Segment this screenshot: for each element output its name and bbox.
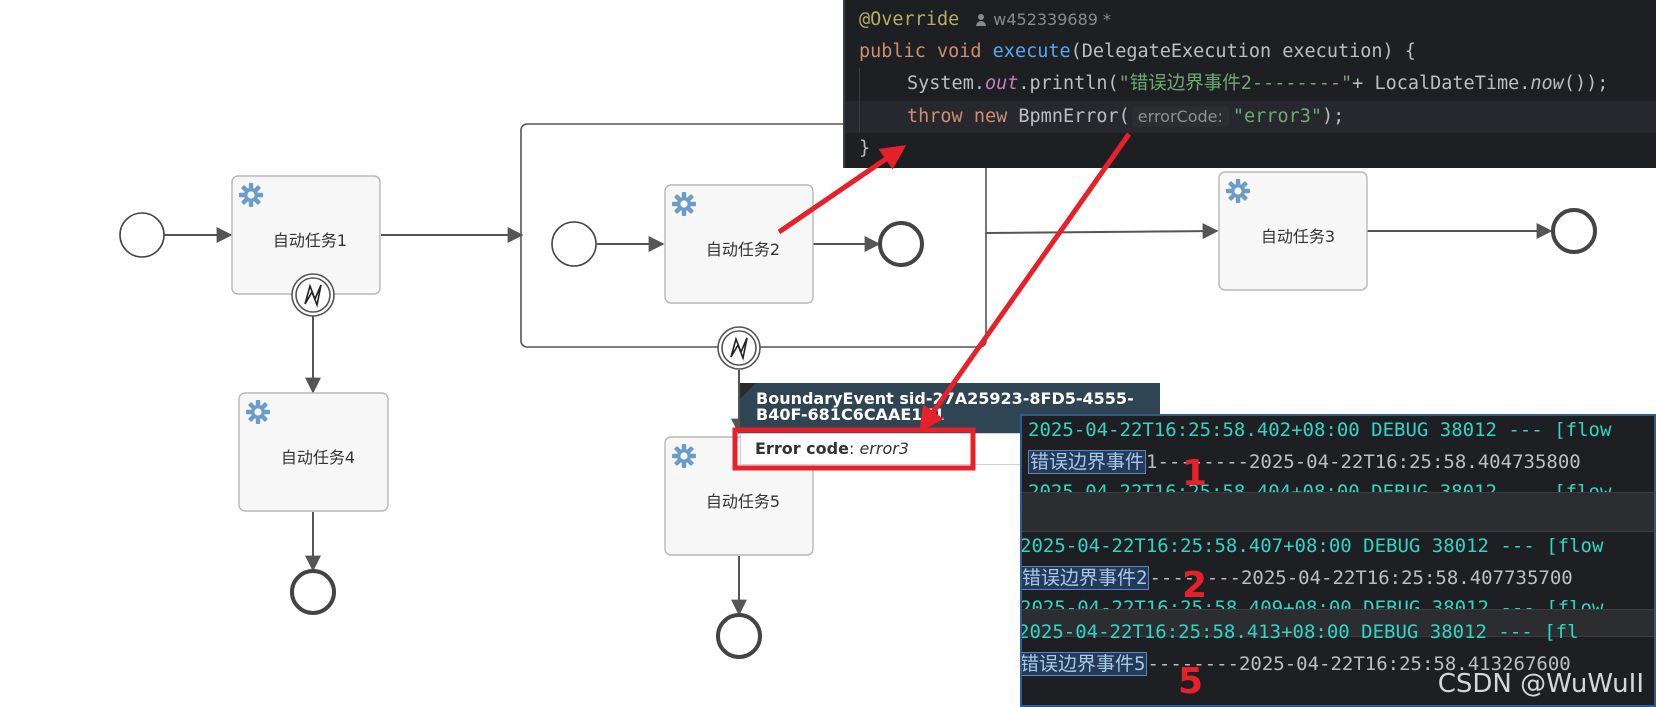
code-line-close: } (859, 133, 870, 165)
task-label: 自动任务3 (1261, 227, 1335, 246)
end-event-task3[interactable] (1551, 208, 1597, 254)
code-tail-1: ()); (1563, 73, 1609, 94)
log-line-3: 2025-04-22T16:25:58.407+08:00 DEBUG 3801… (1020, 535, 1604, 557)
code-line-signature: public void execute(DelegateExecution ex… (859, 36, 1416, 68)
method-name: execute (992, 41, 1071, 62)
start-event[interactable] (119, 212, 165, 258)
code-out: out (984, 73, 1019, 94)
gear-icon (672, 444, 696, 468)
task-label: 自动任务4 (281, 448, 355, 467)
close-brace: } (859, 138, 871, 159)
keyword-public: public (859, 41, 926, 62)
end-event-task4[interactable] (290, 569, 336, 615)
keyword-new: new (973, 106, 1008, 127)
event-name-highlight: 错误边界事件 (1028, 450, 1147, 474)
gear-icon (1226, 179, 1250, 203)
author-hint: w452339689 * (975, 10, 1111, 29)
code-println: .println( (1018, 73, 1119, 94)
error-bolt-icon[interactable] (291, 273, 335, 317)
error-bolt-icon[interactable] (717, 326, 761, 370)
error-code-value: error3 (859, 439, 909, 458)
watermark: CSDN @WuWuII (1437, 669, 1644, 699)
keyword-void: void (936, 41, 982, 62)
user-icon (975, 14, 987, 26)
flow-subprocess-to-task3 (985, 223, 1219, 240)
code-string-2: "error3" (1232, 106, 1322, 127)
task-label: 自动任务1 (273, 231, 347, 250)
sub-start-event[interactable] (551, 221, 597, 267)
gear-icon (246, 400, 270, 424)
code-error-class: BpmnError( (1018, 106, 1130, 127)
code-now: now (1530, 73, 1564, 94)
log-line-1: 2025-04-22T16:25:58.402+08:00 DEBUG 3801… (1028, 419, 1612, 441)
output-rest-2: --------2025-04-22T16:25:58.407735700 (1149, 567, 1573, 589)
code-concat: + LocalDateTime. (1352, 73, 1531, 94)
code-line-throw: throw new BpmnError(errorCode: "error3"); (907, 101, 1344, 133)
annotation-number-5: 5 (1178, 661, 1204, 702)
output-rest-1: 1--------2025-04-22T16:25:58.404735800 (1146, 451, 1581, 473)
gear-icon (672, 192, 696, 216)
task-label: 自动任务2 (706, 240, 780, 259)
console-separator (1022, 492, 1654, 532)
param-hint: errorCode: (1131, 106, 1229, 127)
code-system: System. (907, 73, 985, 94)
task-3[interactable]: 自动任务3 (1218, 171, 1368, 291)
code-editor-panel: @Override w452339689 * public void execut… (843, 0, 1656, 168)
task-label: 自动任务5 (706, 492, 780, 511)
task-2[interactable]: 自动任务2 (664, 184, 814, 304)
task-4[interactable]: 自动任务4 (238, 392, 389, 512)
code-string-1: "错误边界事件2--------" (1118, 73, 1353, 94)
code-line-annotation: @Override w452339689 * (859, 4, 1111, 36)
error-code-sep: : (848, 439, 860, 458)
indent-guide (859, 68, 860, 132)
gear-icon (239, 183, 263, 207)
annotation-number-2: 2 (1182, 565, 1208, 606)
code-tail-2: ); (1322, 106, 1345, 127)
output-line-1: 错误边界事件 1--------2025-04-22T16:25:58.40473… (1028, 446, 1581, 478)
author-name: w452339689 * (993, 10, 1112, 29)
keyword-throw: throw (907, 106, 963, 127)
console-output-panel: 2025-04-22T16:25:58.402+08:00 DEBUG 3801… (1020, 414, 1656, 707)
output-line-2: 错误边界事件2 --------2025-04-22T16:25:58.40773… (1022, 562, 1573, 594)
log-line-5: 2025-04-22T16:25:58.413+08:00 DEBUG 3801… (1020, 621, 1579, 643)
annotation-number-1: 1 (1182, 453, 1208, 494)
end-event-task5[interactable] (716, 613, 762, 659)
method-params: (DelegateExecution execution) { (1070, 41, 1416, 62)
code-line-println: System.out.println("错误边界事件2--------"+ Lo… (907, 68, 1608, 100)
annotation-override: @Override (859, 9, 960, 30)
event-name-highlight: 错误边界事件5 (1020, 652, 1148, 676)
error-code-label: Error code (755, 439, 849, 458)
event-name-highlight: 错误边界事件2 (1022, 566, 1150, 590)
sub-end-event[interactable] (878, 221, 924, 267)
